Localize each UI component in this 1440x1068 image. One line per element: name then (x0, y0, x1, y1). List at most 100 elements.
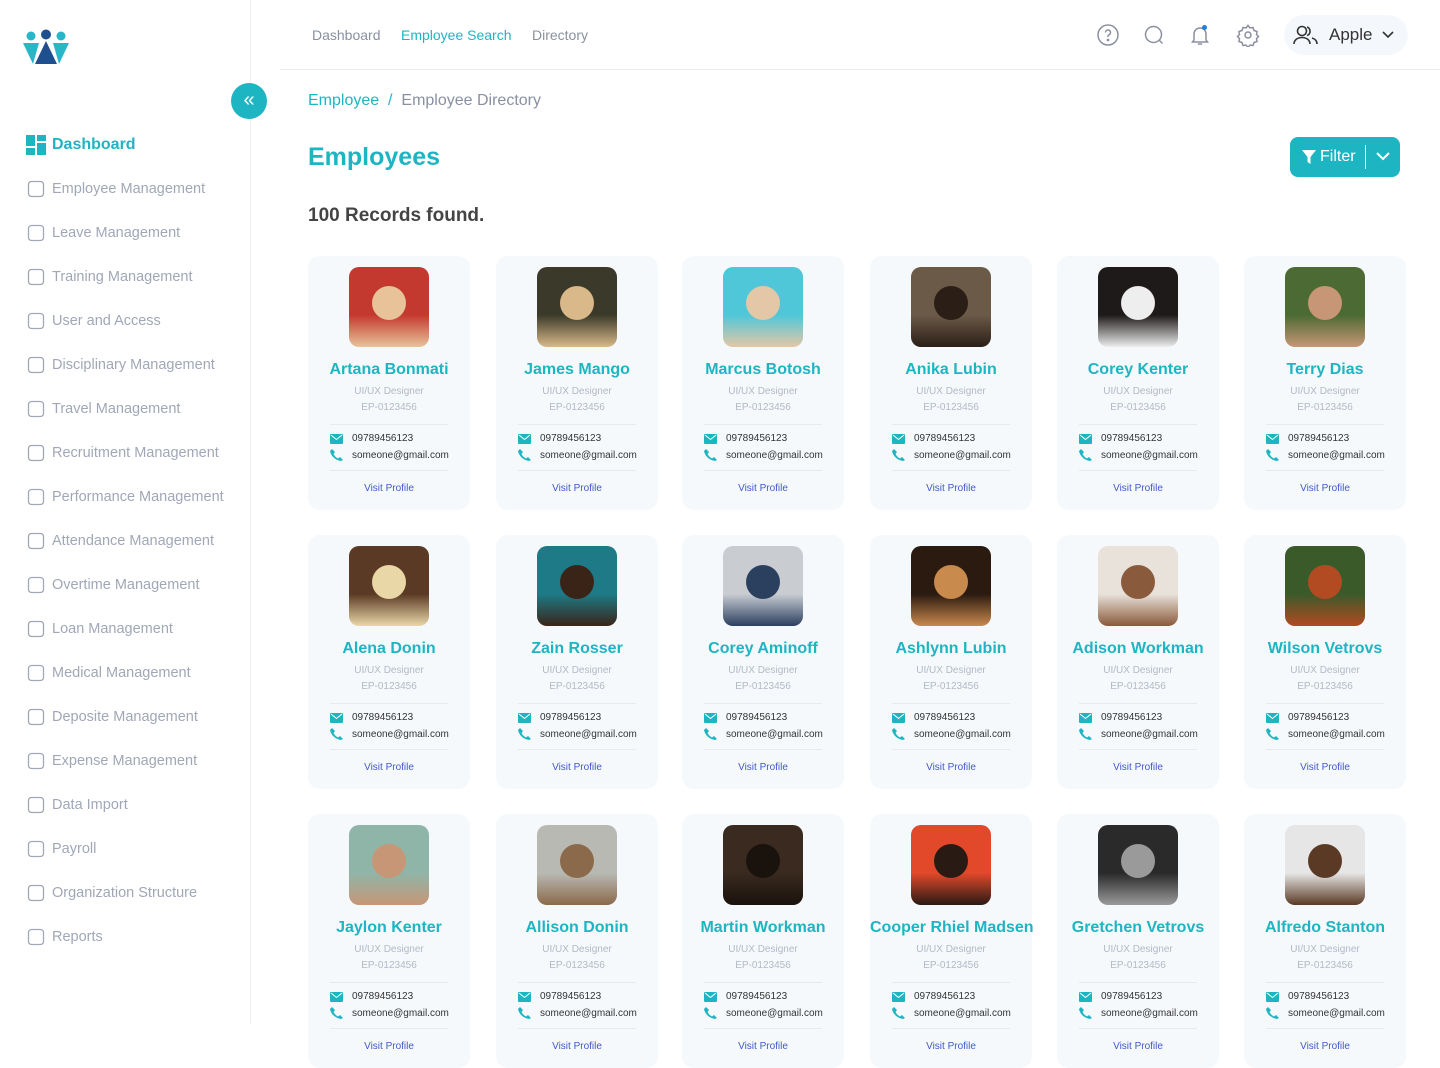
sidebar-item-disciplinary-management[interactable]: Disciplinary Management (26, 355, 215, 375)
employee-name[interactable]: Marcus Botosh (682, 361, 844, 379)
employee-name[interactable]: Artana Bonmati (308, 361, 470, 379)
employee-name[interactable]: Gretchen Vetrovs (1057, 919, 1219, 937)
visit-profile-link[interactable]: Visit Profile (1244, 483, 1406, 494)
employee-name[interactable]: Adison Workman (1057, 640, 1219, 658)
employee-phone: 09789456123 (726, 991, 788, 1002)
help-icon[interactable] (1096, 23, 1120, 47)
visit-profile-link[interactable]: Visit Profile (308, 1041, 470, 1052)
employee-photo (537, 267, 617, 347)
visit-profile-link[interactable]: Visit Profile (1244, 762, 1406, 773)
sidebar: Dashboard Employee Management Leave Manage… (0, 0, 251, 1024)
phone-icon (518, 1007, 531, 1019)
visit-profile-link[interactable]: Visit Profile (682, 483, 844, 494)
divider (518, 470, 636, 471)
sidebar-item-dashboard[interactable]: Dashboard (26, 135, 136, 155)
visit-profile-link[interactable]: Visit Profile (496, 762, 658, 773)
sidebar-item-label: Payroll (52, 841, 97, 857)
employee-id: EP-0123456 (361, 681, 417, 692)
mail-icon (892, 433, 905, 444)
phone-icon (892, 728, 905, 740)
visit-profile-link[interactable]: Visit Profile (496, 483, 658, 494)
dollar-icon (26, 619, 46, 639)
visit-profile-link[interactable]: Visit Profile (1057, 483, 1219, 494)
employee-name[interactable]: Alfredo Stanton (1244, 919, 1406, 937)
employee-id: EP-0123456 (1297, 960, 1353, 971)
divider (704, 982, 822, 983)
sidebar-item-organization-structure[interactable]: Organization Structure (26, 883, 197, 903)
visit-profile-link[interactable]: Visit Profile (308, 762, 470, 773)
employee-name[interactable]: Ashlynn Lubin (870, 640, 1032, 658)
visit-profile-link[interactable]: Visit Profile (870, 483, 1032, 494)
employee-name[interactable]: Cooper Rhiel Madsen (870, 919, 1034, 937)
mail-icon (518, 433, 531, 444)
employee-name[interactable]: Martin Workman (682, 919, 844, 937)
notification-bell-icon[interactable] (1188, 23, 1212, 47)
employee-name[interactable]: Anika Lubin (870, 361, 1032, 379)
employee-name[interactable]: Alena Donin (308, 640, 470, 658)
employee-card: Alfredo Stanton UI/UX Designer EP-012345… (1244, 814, 1406, 1068)
topnav-directory[interactable]: Directory (532, 27, 588, 43)
mail-icon (892, 991, 905, 1002)
sidebar-item-medical-management[interactable]: Medical Management (26, 663, 191, 683)
visit-profile-link[interactable]: Visit Profile (682, 762, 844, 773)
divider (704, 1028, 822, 1029)
mail-icon (704, 712, 717, 723)
employee-phone: 09789456123 (1288, 991, 1350, 1002)
sidebar-item-reports[interactable]: Reports (26, 927, 103, 947)
phone-icon (330, 1007, 343, 1019)
filter-dropdown-toggle[interactable] (1366, 148, 1400, 166)
sidebar-item-user-and-access[interactable]: User and Access (26, 311, 161, 331)
search-icon[interactable] (1142, 23, 1166, 47)
sidebar-item-employee-management[interactable]: Employee Management (26, 179, 205, 199)
employee-name[interactable]: Terry Dias (1244, 361, 1406, 379)
employee-name[interactable]: Zain Rosser (496, 640, 658, 658)
sidebar-item-payroll[interactable]: Payroll (26, 839, 96, 859)
employee-name[interactable]: Allison Donin (496, 919, 658, 937)
sidebar-item-travel-management[interactable]: Travel Management (26, 399, 180, 419)
employee-id: EP-0123456 (549, 681, 605, 692)
employee-name[interactable]: Wilson Vetrovs (1244, 640, 1406, 658)
sidebar-item-leave-management[interactable]: Leave Management (26, 223, 180, 243)
employee-photo (1098, 825, 1178, 905)
visit-profile-link[interactable]: Visit Profile (870, 1041, 1032, 1052)
dashboard-icon (26, 135, 46, 155)
employee-phone: 09789456123 (352, 712, 414, 723)
visit-profile-link[interactable]: Visit Profile (1244, 1041, 1406, 1052)
employee-card: Zain Rosser UI/UX Designer EP-0123456 09… (496, 535, 658, 789)
filter-button[interactable]: Filter (1290, 137, 1400, 177)
settings-gear-icon[interactable] (1236, 23, 1260, 47)
sidebar-item-performance-management[interactable]: Performance Management (26, 487, 224, 507)
divider (518, 1028, 636, 1029)
topnav-employee-search[interactable]: Employee Search (401, 27, 512, 43)
visit-profile-link[interactable]: Visit Profile (1057, 1041, 1219, 1052)
visit-profile-link[interactable]: Visit Profile (870, 762, 1032, 773)
employee-card: Artana Bonmati UI/UX Designer EP-0123456… (308, 256, 470, 510)
visit-profile-link[interactable]: Visit Profile (496, 1041, 658, 1052)
visit-profile-link[interactable]: Visit Profile (308, 483, 470, 494)
sidebar-item-attendance-management[interactable]: Attendance Management (26, 531, 214, 551)
topnav-dashboard[interactable]: Dashboard (312, 27, 381, 43)
visit-profile-link[interactable]: Visit Profile (1057, 762, 1219, 773)
collapse-sidebar-button[interactable]: « (231, 83, 267, 119)
sidebar-item-training-management[interactable]: Training Management (26, 267, 193, 287)
expense-icon (26, 751, 46, 771)
employee-name[interactable]: Corey Kenter (1057, 361, 1219, 379)
employee-role: UI/UX Designer (916, 944, 986, 955)
employee-card: Corey Aminoff UI/UX Designer EP-0123456 … (682, 535, 844, 789)
employee-id: EP-0123456 (923, 960, 979, 971)
leave-icon (26, 223, 46, 243)
sidebar-item-loan-management[interactable]: Loan Management (26, 619, 173, 639)
employee-name[interactable]: Corey Aminoff (682, 640, 844, 658)
breadcrumb-employee[interactable]: Employee (308, 92, 379, 109)
sidebar-item-data-import[interactable]: Data Import (26, 795, 128, 815)
visit-profile-link[interactable]: Visit Profile (682, 1041, 844, 1052)
sidebar-item-overtime-management[interactable]: Overtime Management (26, 575, 199, 595)
employee-name[interactable]: James Mango (496, 361, 658, 379)
employee-email: someone@gmail.com (540, 1007, 637, 1019)
employee-name[interactable]: Jaylon Kenter (308, 919, 470, 937)
user-menu[interactable]: Apple (1284, 15, 1408, 55)
employee-phone: 09789456123 (352, 991, 414, 1002)
sidebar-item-deposite-management[interactable]: Deposite Management (26, 707, 198, 727)
sidebar-item-expense-management[interactable]: Expense Management (26, 751, 197, 771)
sidebar-item-recruitment-management[interactable]: Recruitment Management (26, 443, 219, 463)
